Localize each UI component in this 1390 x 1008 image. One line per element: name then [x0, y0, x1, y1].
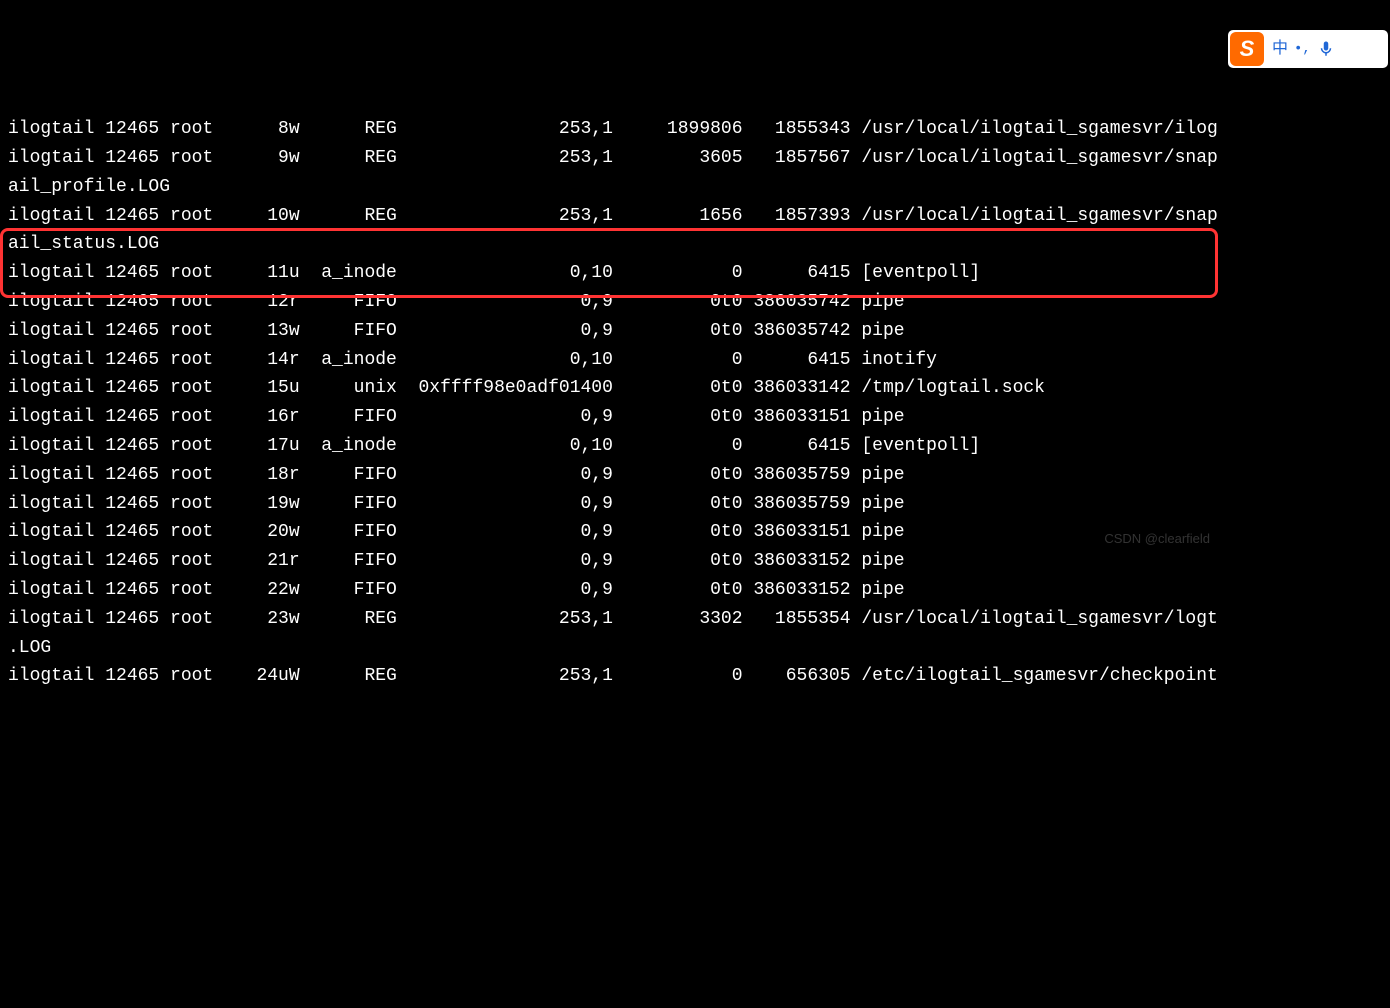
- ime-toolbar[interactable]: S 中 •,: [1228, 30, 1388, 68]
- ime-logo-letter: S: [1240, 31, 1255, 66]
- watermark-text: CSDN @clearfield: [1104, 529, 1210, 550]
- terminal-output: ilogtail 12465 root 8w REG 253,1 1899806…: [0, 115, 1390, 691]
- ime-separator: •,: [1294, 38, 1311, 60]
- ime-mode-indicator[interactable]: 中: [1272, 36, 1288, 62]
- ime-logo-icon[interactable]: S: [1230, 32, 1264, 66]
- microphone-icon[interactable]: [1317, 40, 1335, 58]
